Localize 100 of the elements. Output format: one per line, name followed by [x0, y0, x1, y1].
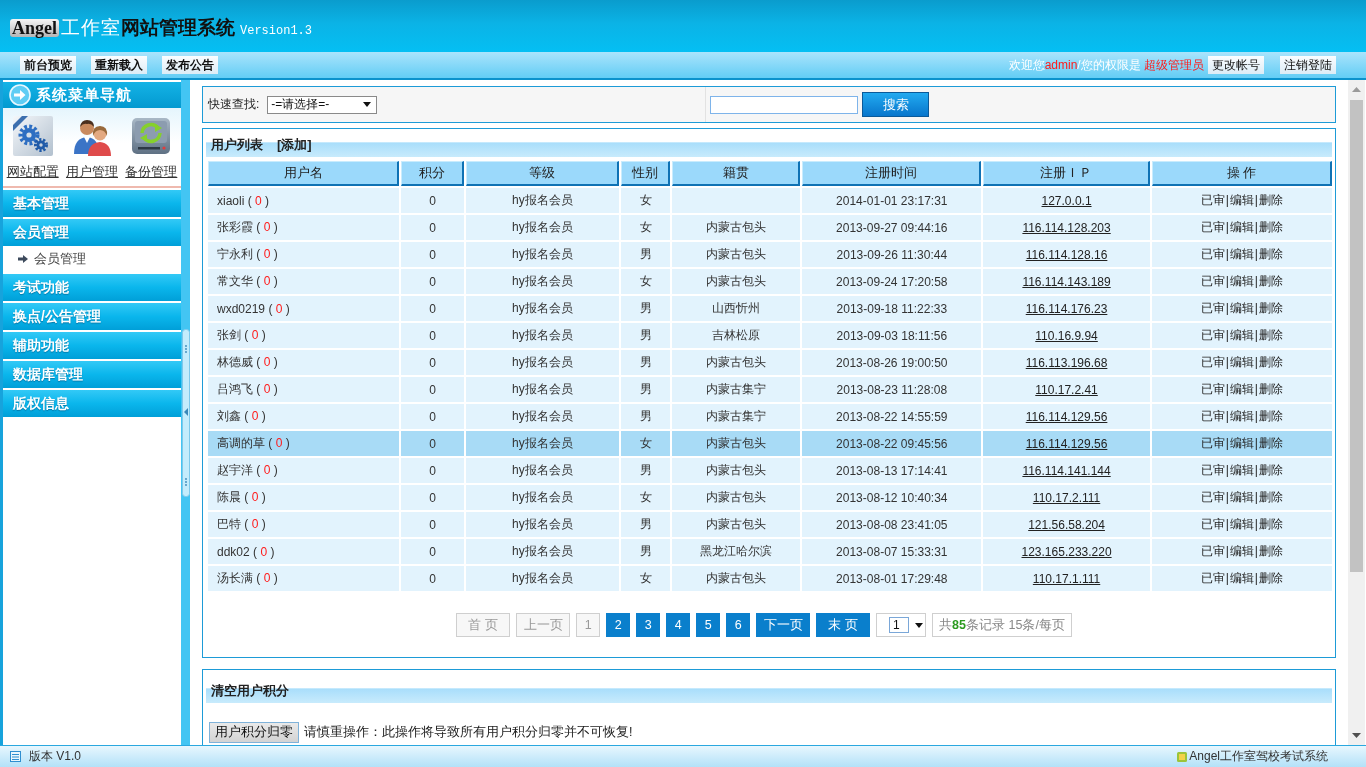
- table-row[interactable]: 张剑 ( 0 ) 0 hy报名会员 男 吉林松原 2013-09-03 18:11:56 110.16.9.94 已审|编辑|删除: [208, 323, 1332, 348]
- action-link[interactable]: 删除: [1258, 301, 1283, 315]
- ip-link[interactable]: 110.17.2.41: [1035, 382, 1098, 397]
- ip-link[interactable]: 116.113.196.68: [1025, 355, 1108, 370]
- action-link[interactable]: 编辑: [1229, 463, 1254, 477]
- action-link[interactable]: 删除: [1258, 571, 1283, 585]
- table-row[interactable]: 吕鸿飞 ( 0 ) 0 hy报名会员 男 内蒙古集宁 2013-08-23 11:28:08 110.17.2.41 已审|编辑|删除: [208, 377, 1332, 402]
- table-row[interactable]: 刘鑫 ( 0 ) 0 hy报名会员 男 内蒙古集宁 2013-08-22 14:55:59 116.114.129.56 已审|编辑|删除: [208, 404, 1332, 429]
- action-link[interactable]: 删除: [1258, 328, 1283, 342]
- action-link[interactable]: 已审: [1200, 409, 1225, 423]
- splitter-bar[interactable]: [181, 80, 190, 745]
- gears-icon[interactable]: [12, 116, 53, 156]
- table-row[interactable]: xiaoli ( 0 ) 0 hy报名会员 女 2014-01-01 23:17:31 127.0.0.1 已审|编辑|删除: [208, 188, 1332, 213]
- scrollbar-thumb[interactable]: [1350, 100, 1363, 572]
- shortcut-link[interactable]: 网站配置: [6, 164, 59, 181]
- ip-link[interactable]: 116.114.143.189: [1022, 274, 1111, 289]
- action-link[interactable]: 删除: [1258, 220, 1283, 234]
- search-field[interactable]: [710, 95, 858, 114]
- table-row[interactable]: 巴特 ( 0 ) 0 hy报名会员 男 内蒙古包头 2013-08-08 23:41:05 121.56.58.204 已审|编辑|删除: [208, 512, 1332, 537]
- reset-points-button[interactable]: 用户积分归零: [209, 722, 299, 743]
- action-link[interactable]: 删除: [1258, 463, 1283, 477]
- action-link[interactable]: 编辑: [1229, 193, 1254, 207]
- ip-link[interactable]: 116.114.129.56: [1025, 409, 1108, 424]
- page-button[interactable]: 4: [666, 613, 691, 637]
- add-link[interactable]: [添加]: [277, 135, 312, 154]
- page-select[interactable]: 1: [876, 613, 927, 637]
- action-link[interactable]: 已审: [1200, 382, 1225, 396]
- action-link[interactable]: 已审: [1200, 247, 1225, 261]
- action-link[interactable]: 已审: [1200, 193, 1225, 207]
- action-link[interactable]: 编辑: [1229, 355, 1254, 369]
- action-link[interactable]: 删除: [1258, 193, 1283, 207]
- table-row[interactable]: 张彩霞 ( 0 ) 0 hy报名会员 女 内蒙古包头 2013-09-27 09:44:16 116.114.128.203 已审|编辑|删除: [208, 215, 1332, 240]
- table-row[interactable]: 林德威 ( 0 ) 0 hy报名会员 男 内蒙古包头 2013-08-26 19:00:50 116.113.196.68 已审|编辑|删除: [208, 350, 1332, 375]
- action-link[interactable]: 删除: [1258, 517, 1283, 531]
- page-button[interactable]: 3: [636, 613, 661, 637]
- table-row[interactable]: 常文华 ( 0 ) 0 hy报名会员 女 内蒙古包头 2013-09-24 17:20:58 116.114.143.189 已审|编辑|删除: [208, 269, 1332, 294]
- menu-item[interactable]: 会员管理: [3, 246, 181, 272]
- backup-drive-icon[interactable]: [131, 116, 172, 156]
- ip-link[interactable]: 110.17.2.111: [1032, 490, 1101, 505]
- action-link[interactable]: 编辑: [1229, 328, 1254, 342]
- action-link[interactable]: 删除: [1258, 382, 1283, 396]
- collapse-handle-icon[interactable]: [181, 328, 190, 497]
- action-link[interactable]: 编辑: [1229, 382, 1254, 396]
- action-link[interactable]: 删除: [1258, 274, 1283, 288]
- action-link[interactable]: 删除: [1258, 409, 1283, 423]
- action-link[interactable]: 编辑: [1229, 247, 1254, 261]
- ip-link[interactable]: 116.114.176.23: [1025, 301, 1108, 316]
- pager-button[interactable]: 末 页: [816, 613, 871, 637]
- account-button[interactable]: 更改帐号: [1208, 56, 1264, 74]
- action-link[interactable]: 编辑: [1229, 436, 1254, 450]
- action-link[interactable]: 已审: [1200, 463, 1225, 477]
- action-link[interactable]: 已审: [1200, 544, 1225, 558]
- table-row[interactable]: 陈晨 ( 0 ) 0 hy报名会员 女 内蒙古包头 2013-08-12 10:40:34 110.17.2.111 已审|编辑|删除: [208, 485, 1332, 510]
- page-button[interactable]: 5: [696, 613, 721, 637]
- table-row[interactable]: wxd0219 ( 0 ) 0 hy报名会员 男 山西忻州 2013-09-18 11:22:33 116.114.176.23 已审|编辑|删除: [208, 296, 1332, 321]
- action-link[interactable]: 已审: [1200, 571, 1225, 585]
- action-link[interactable]: 已审: [1200, 220, 1225, 234]
- action-link[interactable]: 删除: [1258, 436, 1283, 450]
- ip-link[interactable]: 116.114.128.16: [1025, 247, 1108, 262]
- ip-link[interactable]: 116.114.128.203: [1022, 220, 1111, 235]
- ip-link[interactable]: 123.165.233.220: [1021, 544, 1112, 559]
- action-link[interactable]: 删除: [1258, 544, 1283, 558]
- scroll-up-icon[interactable]: [1352, 87, 1361, 92]
- action-link[interactable]: 编辑: [1229, 274, 1254, 288]
- pager-button[interactable]: 下一页: [756, 613, 811, 637]
- account-button[interactable]: 注销登陆: [1280, 56, 1336, 74]
- ip-link[interactable]: 116.114.141.144: [1022, 463, 1111, 478]
- shortcut-link[interactable]: 备份管理: [125, 164, 178, 181]
- action-link[interactable]: 已审: [1200, 274, 1225, 288]
- search-button[interactable]: 搜索: [862, 92, 929, 117]
- action-link[interactable]: 编辑: [1229, 517, 1254, 531]
- action-link[interactable]: 已审: [1200, 355, 1225, 369]
- toolbar-button[interactable]: 前台预览: [20, 56, 76, 74]
- action-link[interactable]: 已审: [1200, 517, 1225, 531]
- action-link[interactable]: 已审: [1200, 436, 1225, 450]
- category-select[interactable]: -=请选择=-: [267, 95, 378, 114]
- action-link[interactable]: 已审: [1200, 328, 1225, 342]
- ip-link[interactable]: 116.114.129.56: [1025, 436, 1108, 451]
- table-row[interactable]: 宁永利 ( 0 ) 0 hy报名会员 男 内蒙古包头 2013-09-26 11:30:44 116.114.128.16 已审|编辑|删除: [208, 242, 1332, 267]
- toolbar-button[interactable]: 重新载入: [91, 56, 147, 74]
- table-row[interactable]: 高调的草 ( 0 ) 0 hy报名会员 女 内蒙古包头 2013-08-22 09:45:56 116.114.129.56 已审|编辑|删除: [208, 431, 1332, 456]
- action-link[interactable]: 编辑: [1229, 571, 1254, 585]
- toolbar-button[interactable]: 发布公告: [162, 56, 218, 74]
- ip-link[interactable]: 121.56.58.204: [1028, 517, 1105, 532]
- scroll-down-icon[interactable]: [1352, 733, 1361, 738]
- action-link[interactable]: 编辑: [1229, 301, 1254, 315]
- table-row[interactable]: 汤长满 ( 0 ) 0 hy报名会员 女 内蒙古包头 2013-08-01 17:29:48 110.17.1.111 已审|编辑|删除: [208, 566, 1332, 591]
- action-link[interactable]: 编辑: [1229, 220, 1254, 234]
- action-link[interactable]: 删除: [1258, 490, 1283, 504]
- shortcut-link[interactable]: 用户管理: [66, 164, 118, 181]
- table-row[interactable]: 赵宇洋 ( 0 ) 0 hy报名会员 男 内蒙古包头 2013-08-13 17:14:41 116.114.141.144 已审|编辑|删除: [208, 458, 1332, 483]
- scrollbar[interactable]: [1348, 80, 1365, 745]
- page-button[interactable]: 6: [726, 613, 751, 637]
- ip-link[interactable]: 110.16.9.94: [1035, 328, 1098, 343]
- table-row[interactable]: ddk02 ( 0 ) 0 hy报名会员 男 黑龙江哈尔滨 2013-08-07 15:33:31 123.165.233.220 已审|编辑|删除: [208, 539, 1332, 564]
- action-link[interactable]: 删除: [1258, 355, 1283, 369]
- action-link[interactable]: 编辑: [1229, 409, 1254, 423]
- page-button[interactable]: 2: [606, 613, 631, 637]
- ip-link[interactable]: 127.0.0.1: [1041, 193, 1092, 208]
- ip-link[interactable]: 110.17.1.111: [1032, 571, 1101, 586]
